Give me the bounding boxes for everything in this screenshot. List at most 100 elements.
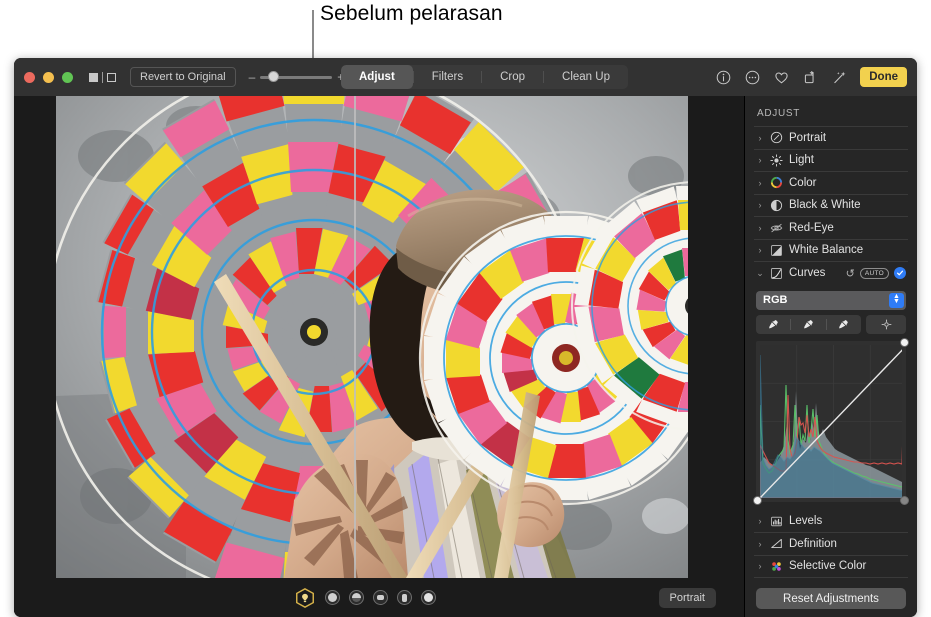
curves-icon <box>770 267 783 280</box>
chevron-right-icon[interactable]: › <box>756 200 764 210</box>
reset-adjustments-button[interactable]: Reset Adjustments <box>756 588 906 609</box>
rotate-icon[interactable] <box>802 69 819 86</box>
portrait-icon <box>770 131 783 144</box>
levels-icon <box>770 515 783 528</box>
light-icon <box>770 154 783 167</box>
contour-light-icon[interactable] <box>349 590 364 605</box>
tab-filters[interactable]: Filters <box>414 65 481 89</box>
portrait-badge-button[interactable]: Portrait <box>659 588 716 608</box>
curves-histogram-canvas[interactable] <box>760 345 902 498</box>
channel-dropdown[interactable]: RGB ▲▼ <box>756 291 906 310</box>
curve-control-point-highlight[interactable] <box>900 338 909 347</box>
chevron-right-icon[interactable]: › <box>756 516 764 526</box>
split-view-icon[interactable] <box>107 73 116 82</box>
toggle-divider <box>102 72 103 83</box>
sidebar-item-label: Color <box>789 177 906 189</box>
sidebar-item-color[interactable]: › Color <box>754 172 908 195</box>
sidebar-item-label: Definition <box>789 538 906 550</box>
sidebar-item-light[interactable]: › Light <box>754 150 908 173</box>
toolbar: Revert to Original – + Adjust Filters Cr… <box>14 58 917 96</box>
more-icon[interactable] <box>744 69 761 86</box>
curve-output-handle-white[interactable] <box>900 496 909 505</box>
photos-editor-window: Revert to Original – + Adjust Filters Cr… <box>14 58 917 617</box>
zoom-slider-knob[interactable] <box>268 71 279 82</box>
natural-light-icon[interactable] <box>294 587 316 609</box>
sidebar-item-label: Red-Eye <box>789 222 906 234</box>
adjust-sidebar: ADJUST › Portrait › <box>744 96 917 617</box>
minimize-button[interactable] <box>43 72 54 83</box>
done-button[interactable]: Done <box>860 67 907 87</box>
color-icon <box>770 176 783 189</box>
sidebar-item-portrait[interactable]: › Portrait <box>754 127 908 150</box>
sidebar-item-label: White Balance <box>789 244 906 256</box>
portrait-lighting-filmstrip: Portrait <box>14 578 744 617</box>
zoom-slider[interactable]: – + <box>249 71 345 83</box>
chevron-updown-icon[interactable]: ▲▼ <box>889 293 904 308</box>
red-eye-icon <box>770 221 783 234</box>
single-view-icon[interactable] <box>89 73 98 82</box>
chevron-down-icon[interactable]: ⌄ <box>756 268 764 279</box>
info-icon[interactable] <box>715 69 732 86</box>
sidebar-item-black-and-white[interactable]: › Black & White <box>754 195 908 218</box>
sidebar-item-label: Selective Color <box>789 560 906 572</box>
channel-value: RGB <box>763 294 787 306</box>
chevron-right-icon[interactable]: › <box>756 561 764 571</box>
favorite-icon[interactable] <box>773 69 790 86</box>
gray-point-eyedropper[interactable] <box>791 315 825 334</box>
add-point-tool-button[interactable] <box>866 315 906 334</box>
zoom-out-label[interactable]: – <box>249 71 256 83</box>
stage-light-mono-icon[interactable] <box>397 590 412 605</box>
adjust-panel-title: ADJUST <box>754 96 908 127</box>
editor-tab-group: Adjust Filters Crop Clean Up <box>341 65 628 89</box>
lighting-options-list <box>294 587 436 609</box>
reset-icon[interactable]: ↺ <box>846 267 855 280</box>
chevron-right-icon[interactable]: › <box>756 223 764 233</box>
white-point-eyedropper[interactable] <box>827 315 861 334</box>
tab-clean-up[interactable]: Clean Up <box>544 65 628 89</box>
curves-enabled-checkbox[interactable] <box>894 267 906 279</box>
high-key-mono-icon[interactable] <box>421 590 436 605</box>
revert-to-original-button[interactable]: Revert to Original <box>130 67 236 87</box>
callout-label: Sebelum pelarasan <box>320 2 503 26</box>
black-and-white-icon <box>770 199 783 212</box>
black-point-eyedropper[interactable] <box>756 315 790 334</box>
sidebar-item-label: Portrait <box>789 132 906 144</box>
view-mode-toggle[interactable] <box>89 72 116 83</box>
chevron-right-icon[interactable]: › <box>756 133 764 143</box>
photo-illustration <box>56 96 688 578</box>
sidebar-item-selective-color[interactable]: › Selective Color <box>754 556 908 579</box>
sidebar-item-red-eye[interactable]: › Red-Eye <box>754 217 908 240</box>
sidebar-item-curves[interactable]: ⌄ Curves ↺ AUTO <box>754 262 908 285</box>
sidebar-item-levels[interactable]: › Levels <box>754 511 908 534</box>
chevron-right-icon[interactable]: › <box>756 178 764 188</box>
toolbar-actions: Done <box>715 58 907 96</box>
close-button[interactable] <box>24 72 35 83</box>
eyedropper-group <box>756 315 861 334</box>
sidebar-item-label: Levels <box>789 515 906 527</box>
white-balance-icon <box>770 244 783 257</box>
curve-control-point-shadow[interactable] <box>753 496 762 505</box>
chevron-right-icon[interactable]: › <box>756 245 764 255</box>
photo-image[interactable] <box>56 96 688 578</box>
chevron-right-icon[interactable]: › <box>756 155 764 165</box>
sidebar-item-definition[interactable]: › Definition <box>754 533 908 556</box>
enhance-icon[interactable] <box>831 69 848 86</box>
sidebar-item-label: Black & White <box>789 199 906 211</box>
photo-canvas[interactable]: Portrait <box>14 96 744 617</box>
studio-light-icon[interactable] <box>325 590 340 605</box>
zoom-button[interactable] <box>62 72 73 83</box>
tab-crop[interactable]: Crop <box>482 65 543 89</box>
auto-badge[interactable]: AUTO <box>860 268 889 279</box>
sidebar-item-label: Light <box>789 154 906 166</box>
selective-color-icon <box>770 560 783 573</box>
window-controls <box>24 72 73 83</box>
curves-controls: ↺ AUTO <box>846 267 906 280</box>
sidebar-item-white-balance[interactable]: › White Balance <box>754 240 908 263</box>
before-after-compare-line[interactable] <box>354 96 356 578</box>
curves-editor[interactable] <box>756 341 906 502</box>
tab-adjust[interactable]: Adjust <box>341 65 413 89</box>
stage-light-icon[interactable] <box>373 590 388 605</box>
chevron-right-icon[interactable]: › <box>756 539 764 549</box>
zoom-slider-track[interactable] <box>260 76 332 79</box>
histogram-plot <box>760 345 902 498</box>
